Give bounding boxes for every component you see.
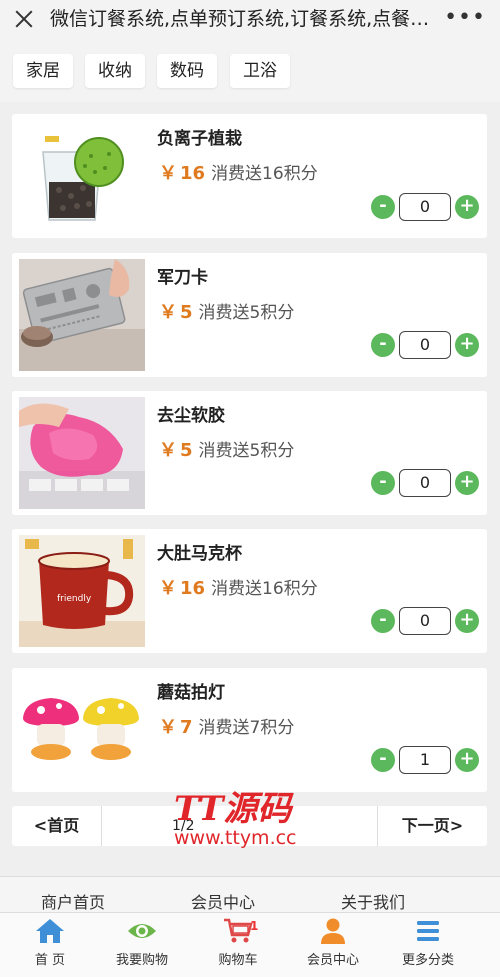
nav-label: 会员中心 [306,953,359,968]
increase-button[interactable]: + [455,195,479,219]
increase-button[interactable]: + [455,471,479,495]
quantity-stepper: - 0 + [371,469,479,497]
points-text: 消费送16积分 [211,579,318,599]
multitool-card-image[interactable] [19,259,145,371]
product-price: 5 [180,440,193,461]
points-text: 消费送16积分 [211,164,318,184]
mug-image[interactable]: friendly [19,535,145,647]
menu-icon [417,921,439,941]
more-dots-icon[interactable]: ••• [444,7,486,29]
user-icon [321,918,345,944]
eye-icon [128,924,156,938]
ttym-watermark: TT源码 www.ttym.cc [174,789,297,849]
nav-item-more-categories[interactable]: 更多分类 [378,913,478,977]
nav-item-home[interactable]: 首 页 [0,913,100,977]
cleaning-gel-image[interactable] [19,397,145,509]
points-text: 消费送7积分 [198,718,295,738]
close-icon[interactable] [12,7,36,31]
nav-item-shopping[interactable]: 我要购物 [92,913,192,977]
nav-label: 购物车 [218,953,258,968]
product-name: 去尘软胶 [157,406,225,426]
footer-link-member-center[interactable]: 会员中心 [191,889,255,913]
cart-badge: 1 [250,919,259,933]
product-name: 大肚马克杯 [157,544,242,564]
product-name: 军刀卡 [157,268,208,288]
currency-symbol: ￥ [159,302,177,323]
product-price: 16 [180,163,206,184]
decrease-button[interactable]: - [371,609,395,633]
quantity-input[interactable]: 1 [399,746,451,774]
product-name: 负离子植栽 [157,129,242,149]
svg-text:TT源码: TT源码 [174,789,294,829]
title-bar: 微信订餐系统,点单预订系统,订餐系统,点餐系统 ••• [0,0,500,38]
mushroom-lamp-image[interactable] [19,674,145,786]
product-card[interactable]: 去尘软胶 ￥ 5 消费送5积分 - 0 + [12,391,487,515]
increase-button[interactable]: + [455,748,479,772]
nav-item-member[interactable]: 会员中心 [283,913,383,977]
quantity-input[interactable]: 0 [399,193,451,221]
product-card[interactable]: friendly 大肚马克杯 ￥ 16 消费送16积分 - 0 + [12,529,487,653]
page-title: 微信订餐系统,点单预订系统,订餐系统,点餐系统 [50,8,442,30]
price-line: ￥ 5 消费送5积分 [159,436,294,462]
quantity-input[interactable]: 0 [399,607,451,635]
price-line: ￥ 16 消费送16积分 [159,574,318,600]
currency-symbol: ￥ [159,578,177,599]
nav-label: 我要购物 [115,953,168,968]
decrease-button[interactable]: - [371,333,395,357]
increase-button[interactable]: + [455,333,479,357]
quantity-stepper: - 0 + [371,193,479,221]
quantity-stepper: - 1 + [371,746,479,774]
currency-symbol: ￥ [159,440,177,461]
plant-in-glass-image[interactable] [19,120,145,232]
decrease-button[interactable]: - [371,471,395,495]
points-text: 消费送5积分 [198,441,295,461]
currency-symbol: ￥ [159,717,177,738]
bottom-nav: 首 页 我要购物 1 购物车 会员中心 更多分类 [0,912,500,977]
category-bar: 家居 收纳 数码 卫浴 [0,38,500,102]
nav-item-cart[interactable]: 1 购物车 [188,913,288,977]
category-tag-storage[interactable]: 收纳 [85,54,145,88]
home-icon [36,919,64,943]
product-price: 16 [180,578,206,599]
svg-text:www.ttym.cc: www.ttym.cc [174,827,297,849]
category-tag-home[interactable]: 家居 [13,54,73,88]
svg-text:friendly: friendly [57,594,92,604]
price-line: ￥ 16 消费送16积分 [159,159,318,185]
currency-symbol: ￥ [159,163,177,184]
points-text: 消费送5积分 [198,303,295,323]
product-card[interactable]: 负离子植栽 ￥ 16 消费送16积分 - 0 + [12,114,487,238]
first-page-link[interactable]: <首页 [12,806,102,846]
footer-link-about-us[interactable]: 关于我们 [341,889,405,913]
product-price: 5 [180,302,193,323]
increase-button[interactable]: + [455,609,479,633]
footer-link-merchant-home[interactable]: 商户首页 [41,889,105,913]
quantity-stepper: - 0 + [371,607,479,635]
quantity-stepper: - 0 + [371,331,479,359]
product-name: 蘑菇拍灯 [157,683,225,703]
category-tag-digital[interactable]: 数码 [157,54,217,88]
product-price: 7 [180,717,193,738]
next-page-link[interactable]: 下一页> [377,806,487,846]
product-card[interactable]: 蘑菇拍灯 ￥ 7 消费送7积分 - 1 + [12,668,487,792]
category-tag-bathroom[interactable]: 卫浴 [230,54,290,88]
quantity-input[interactable]: 0 [399,469,451,497]
quantity-input[interactable]: 0 [399,331,451,359]
footer-links: 商户首页 会员中心 关于我们 [0,876,500,916]
nav-label: 更多分类 [401,953,454,968]
price-line: ￥ 5 消费送5积分 [159,298,294,324]
product-card[interactable]: 军刀卡 ￥ 5 消费送5积分 - 0 + [12,253,487,377]
decrease-button[interactable]: - [371,748,395,772]
nav-label: 首 页 [34,953,66,968]
price-line: ￥ 7 消费送7积分 [159,713,294,739]
decrease-button[interactable]: - [371,195,395,219]
